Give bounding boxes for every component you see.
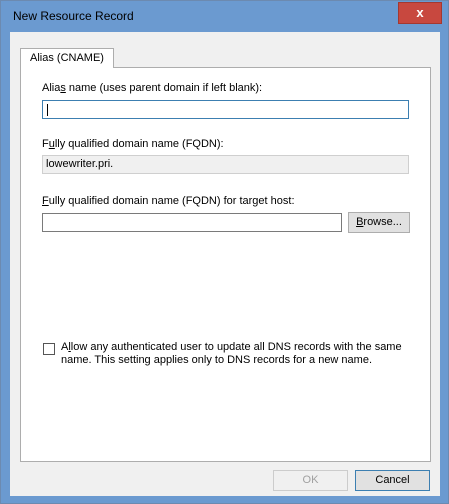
close-icon: x bbox=[416, 5, 424, 20]
tab-panel: Alias name (uses parent domain if left b… bbox=[20, 67, 431, 462]
target-host-input[interactable] bbox=[42, 213, 342, 232]
target-host-label: Fully qualified domain name (FQDN) for t… bbox=[42, 195, 295, 207]
close-button[interactable]: x bbox=[398, 2, 442, 24]
allow-update-checkbox[interactable] bbox=[43, 343, 55, 355]
browse-button[interactable]: Browse... bbox=[348, 212, 410, 233]
dialog-client-area: Alias (CNAME) Alias name (uses parent do… bbox=[10, 32, 440, 496]
window-title: New Resource Record bbox=[13, 9, 134, 23]
ok-button[interactable]: OK bbox=[273, 470, 348, 491]
alias-name-input[interactable] bbox=[42, 100, 409, 119]
fqdn-label: Fully qualified domain name (FQDN): bbox=[42, 138, 224, 150]
fqdn-field[interactable]: lowewriter.pri. bbox=[42, 155, 409, 174]
tab-alias-cname[interactable]: Alias (CNAME) bbox=[20, 48, 114, 68]
tab-label: Alias (CNAME) bbox=[30, 52, 104, 64]
title-bar[interactable]: New Resource Record x bbox=[1, 1, 448, 32]
cancel-button[interactable]: Cancel bbox=[355, 470, 430, 491]
dialog-window: New Resource Record x Alias (CNAME) Alia… bbox=[0, 0, 449, 504]
alias-name-label: Alias name (uses parent domain if left b… bbox=[42, 82, 263, 94]
allow-update-label[interactable]: Allow any authenticated user to update a… bbox=[61, 341, 411, 367]
text-caret bbox=[47, 104, 48, 116]
